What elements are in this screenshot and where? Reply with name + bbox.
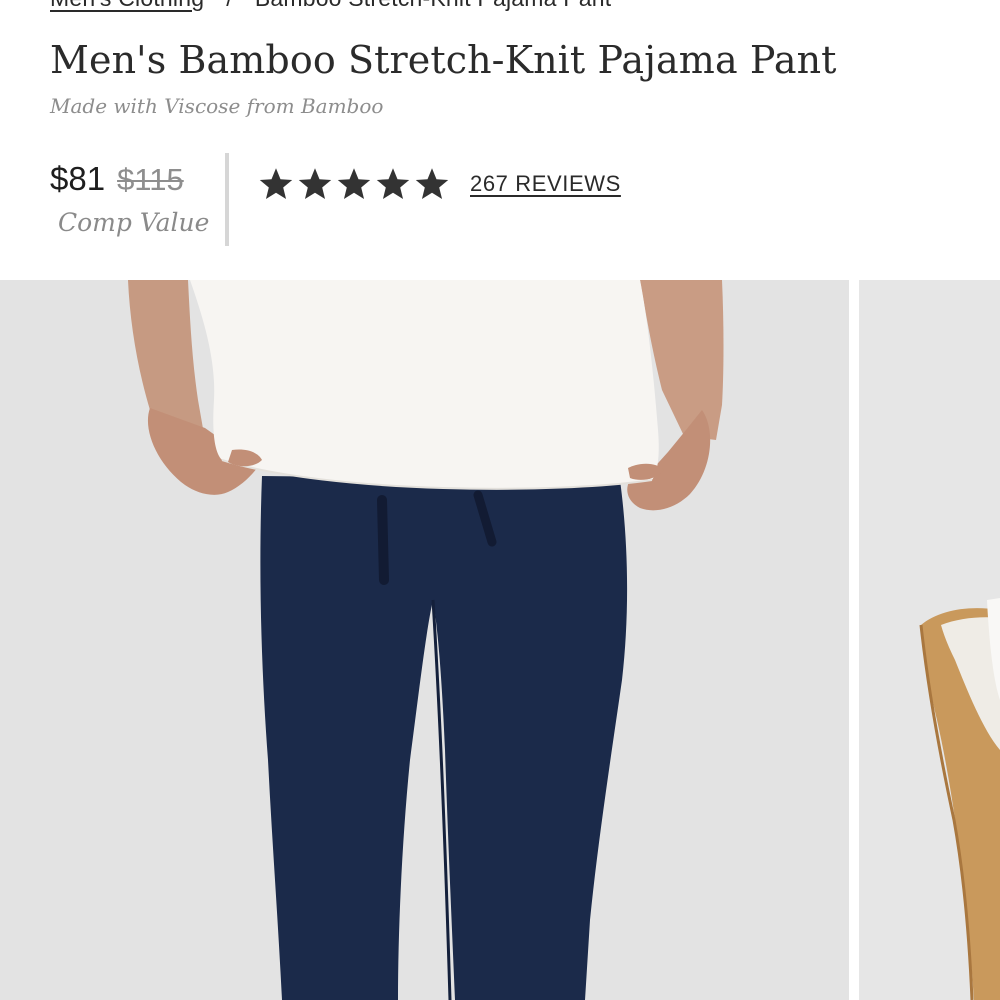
breadcrumb-current: Bamboo Stretch-Knit Pajama Pant [255,0,612,12]
rating-summary[interactable]: 267 REVIEWS [258,166,621,202]
breadcrumb-link-mens-clothing[interactable]: Men's Clothing [50,0,204,12]
star-icon [415,168,449,199]
compare-price: $115 [117,162,184,197]
product-photo-main[interactable] [0,280,849,1000]
reviews-link[interactable]: 267 REVIEWS [470,171,621,197]
star-icon [298,168,332,199]
star-rating [258,166,450,202]
product-subtitle: Made with Viscose from Bamboo [50,94,384,118]
product-image-gallery[interactable] [0,280,1000,1000]
model-wearing-pajama-pant-illustration [0,280,849,1000]
current-price: $81 [50,160,106,197]
comp-value-label: Comp Value [58,208,210,237]
breadcrumb-separator: / [226,0,233,12]
product-title: Men's Bamboo Stretch-Knit Pajama Pant [50,38,837,82]
star-icon [337,168,371,199]
divider [225,153,229,246]
star-icon [259,168,293,199]
price-block: $81 $115 Comp Value [50,160,210,237]
star-icon [376,168,410,199]
chair-partial-illustration [859,280,1000,1000]
product-photo-next[interactable] [859,280,1000,1000]
breadcrumb: Men's Clothing / Bamboo Stretch-Knit Paj… [50,0,612,12]
